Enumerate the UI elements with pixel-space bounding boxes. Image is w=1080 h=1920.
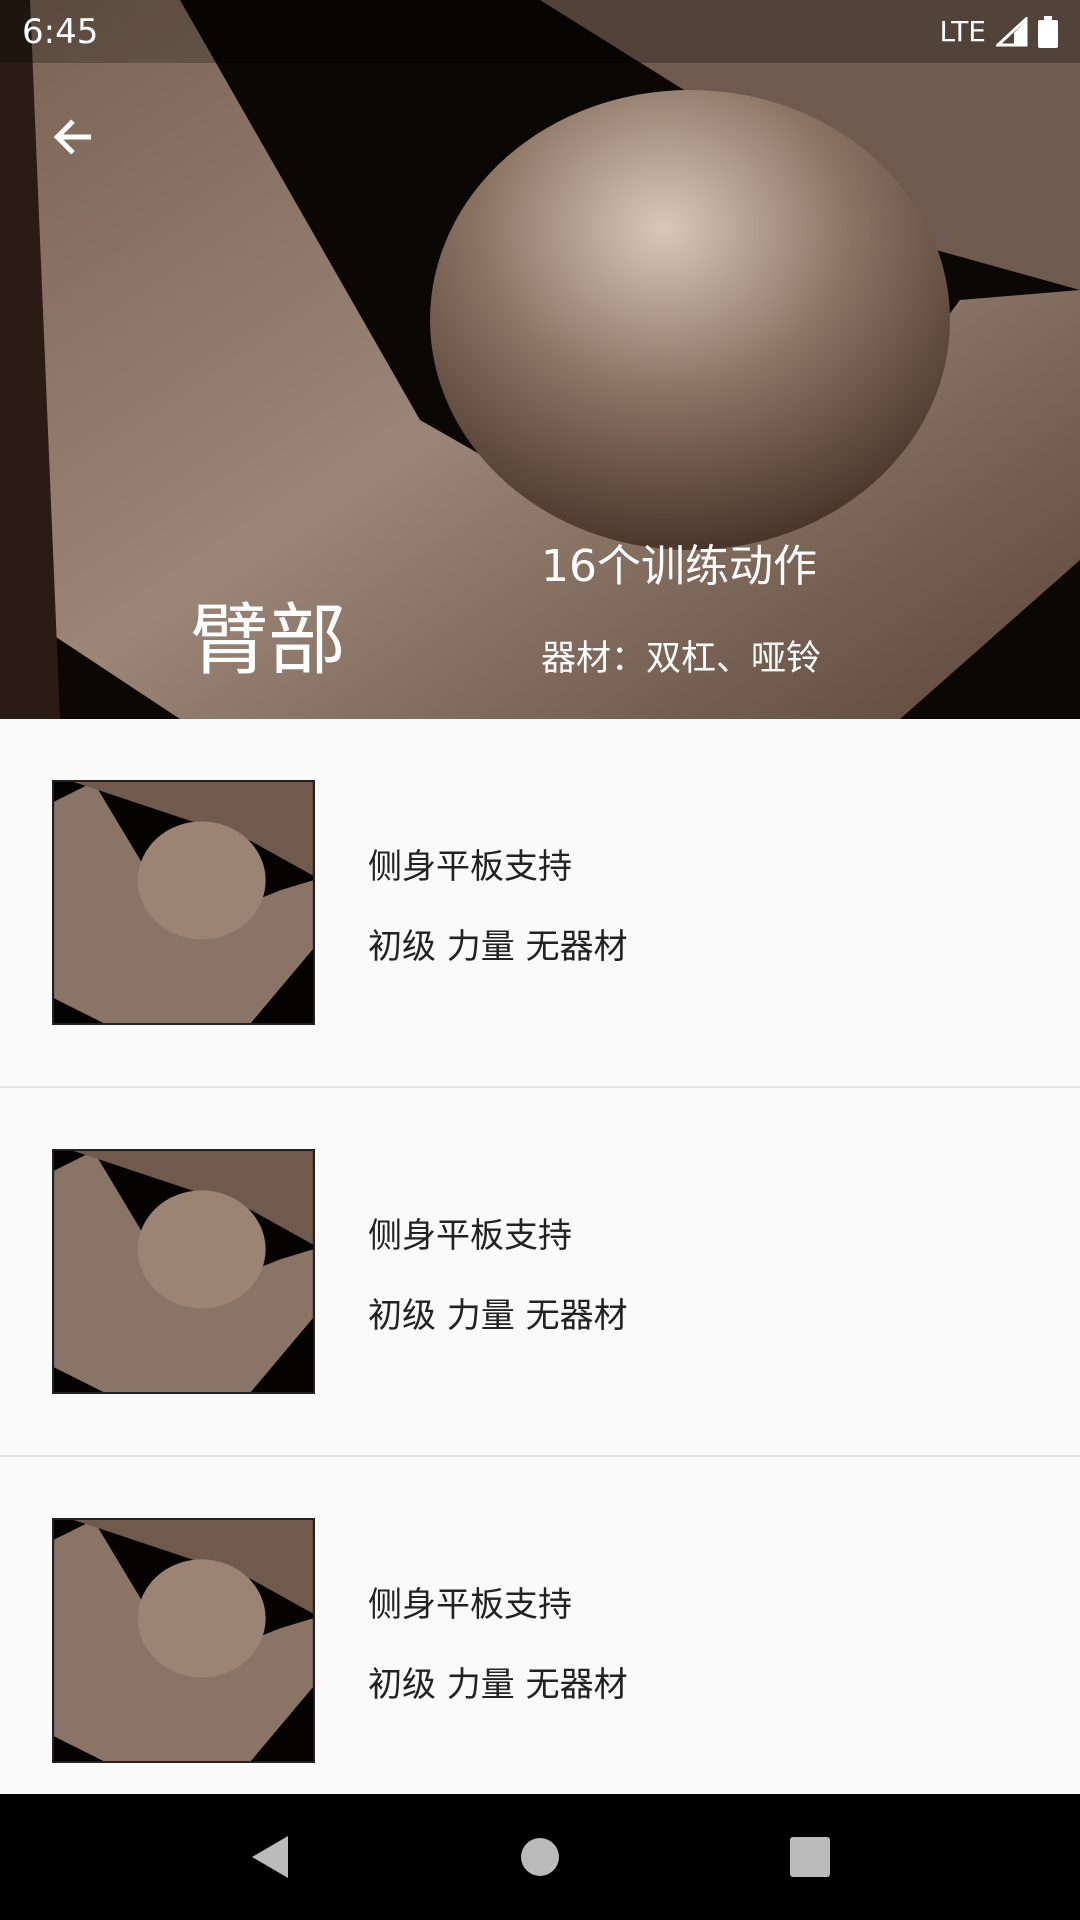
back-triangle-icon[interactable]: [250, 1834, 290, 1880]
exercise-tags: 初级 力量 无器材: [368, 1665, 628, 1705]
home-circle-icon[interactable]: [520, 1837, 560, 1877]
status-time: 6:45: [22, 11, 99, 52]
exercise-row[interactable]: 侧身平板支持 初级 力量 无器材: [0, 719, 1080, 1088]
page-title: 臂部: [190, 596, 347, 686]
exercise-name: 侧身平板支持: [368, 1216, 572, 1256]
recents-square-icon[interactable]: [790, 1837, 830, 1877]
exercise-row[interactable]: 侧身平板支持 初级 力量 无器材: [0, 1088, 1080, 1457]
exercise-thumbnail: [52, 1518, 315, 1763]
exercise-row[interactable]: 侧身平板支持 初级 力量 无器材: [0, 1457, 1080, 1826]
header-banner: 6:45 LTE 臂部 16个训练动作 器材：双杠、哑铃: [0, 0, 1080, 719]
exercise-tags: 初级 力量 无器材: [368, 1296, 628, 1336]
exercise-list: 侧身平板支持 初级 力量 无器材 侧身平板支持 初级 力量 无器材 侧身平板支持…: [0, 719, 1080, 1826]
exercise-name: 侧身平板支持: [368, 847, 572, 887]
back-arrow-icon[interactable]: [46, 110, 100, 164]
arm-muscle-image: [0, 0, 1080, 719]
navigation-bar: [0, 1794, 1080, 1920]
status-bar: 6:45 LTE: [0, 0, 1080, 63]
signal-icon: [996, 16, 1028, 46]
network-label: LTE: [939, 15, 986, 48]
equipment-label: 器材：双杠、哑铃: [541, 639, 822, 679]
exercise-tags: 初级 力量 无器材: [368, 927, 628, 967]
battery-icon: [1038, 15, 1058, 48]
exercise-name: 侧身平板支持: [368, 1585, 572, 1625]
exercise-count: 16个训练动作: [541, 541, 817, 592]
exercise-thumbnail: [52, 780, 315, 1025]
exercise-thumbnail: [52, 1149, 315, 1394]
